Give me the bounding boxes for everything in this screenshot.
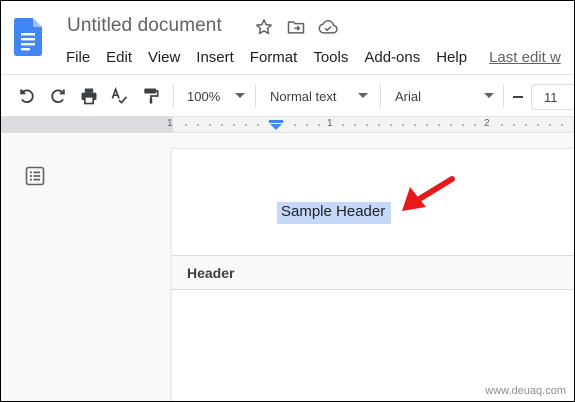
indent-marker-icon[interactable] [269, 120, 283, 130]
document-page[interactable]: Sample Header Header [172, 149, 574, 401]
spellcheck-icon[interactable] [107, 84, 131, 108]
ruler-tick [513, 124, 515, 126]
document-canvas: Sample Header Header [1, 134, 574, 401]
ruler-tick [221, 124, 223, 126]
ruler-number: 1 [167, 118, 173, 129]
minus-icon [513, 96, 523, 98]
ruler-tick [474, 124, 476, 126]
menu-help[interactable]: Help [428, 49, 475, 66]
menu-bar: File Edit View Insert Format Tools Add-o… [58, 46, 561, 68]
ruler-tick [233, 124, 235, 126]
undo-icon[interactable] [15, 84, 39, 108]
decrease-font-size-button[interactable] [505, 84, 531, 110]
toolbar-divider [380, 85, 381, 107]
chevron-down-icon [484, 93, 494, 98]
ruler-tick [537, 124, 539, 126]
ruler-margin [1, 117, 173, 133]
menu-add-ons[interactable]: Add-ons [356, 49, 428, 66]
toolbar-divider [503, 85, 504, 107]
watermark: www.deuaq.com [485, 385, 566, 397]
ruler-tick [501, 124, 503, 126]
font-size-input[interactable]: 11 [531, 84, 574, 110]
document-outline-icon[interactable] [25, 166, 45, 186]
toolbar-divider [173, 85, 174, 107]
ruler-tick [318, 124, 320, 126]
move-to-folder-icon[interactable] [285, 16, 307, 38]
toolbar-divider [255, 85, 256, 107]
ruler-tick [525, 124, 527, 126]
last-edit-link[interactable]: Last edit w [489, 49, 561, 66]
header-section-label: Header [187, 265, 235, 281]
style-select[interactable]: Normal text [270, 86, 368, 106]
header-section-bar: Header [172, 256, 574, 290]
menu-format[interactable]: Format [242, 49, 306, 66]
ruler-tick [378, 124, 380, 126]
ruler-tick [450, 124, 452, 126]
redo-icon[interactable] [46, 84, 70, 108]
ruler-tick [402, 124, 404, 126]
paint-format-icon[interactable] [139, 84, 163, 108]
ruler-tick [561, 124, 563, 126]
ruler-tick [366, 124, 368, 126]
ruler-number: 2 [484, 118, 490, 129]
selected-header-text[interactable]: Sample Header [277, 202, 392, 224]
menu-tools[interactable]: Tools [305, 49, 356, 66]
docs-window: Untitled document File Edit View Insert … [1, 1, 574, 401]
google-docs-logo-icon[interactable] [14, 18, 42, 56]
ruler-tick [294, 124, 296, 126]
ruler-tick [185, 124, 187, 126]
ruler-tick [257, 124, 259, 126]
ruler-tick [462, 124, 464, 126]
zoom-select[interactable]: 100% [187, 86, 245, 106]
ruler[interactable]: 1 1 2 [1, 117, 574, 133]
menu-edit[interactable]: Edit [98, 49, 140, 66]
print-icon[interactable] [77, 84, 101, 108]
font-select[interactable]: Arial [395, 86, 494, 106]
menu-insert[interactable]: Insert [188, 49, 242, 66]
ruler-tick [245, 124, 247, 126]
ruler-number: 1 [327, 118, 333, 129]
star-icon[interactable] [253, 16, 275, 38]
ruler-tick [549, 124, 551, 126]
title-actions [253, 16, 339, 38]
document-title[interactable]: Untitled document [67, 15, 222, 37]
ruler-tick [197, 124, 199, 126]
font-value: Arial [395, 88, 422, 104]
ruler-tick [426, 124, 428, 126]
toolbar: 100% Normal text Arial 11 [1, 74, 574, 117]
zoom-value: 100% [187, 88, 221, 104]
menu-file[interactable]: File [58, 49, 98, 66]
chevron-down-icon [235, 93, 245, 98]
style-value: Normal text [270, 88, 337, 104]
ruler-tick [390, 124, 392, 126]
chevron-down-icon [358, 93, 368, 98]
ruler-tick [209, 124, 211, 126]
ruler-tick [354, 124, 356, 126]
ruler-tick [438, 124, 440, 126]
cloud-saved-icon[interactable] [317, 16, 339, 38]
ruler-tick [342, 124, 344, 126]
ruler-tick [306, 124, 308, 126]
ruler-tick [414, 124, 416, 126]
annotation-arrow-icon [402, 176, 455, 211]
menu-view[interactable]: View [140, 49, 188, 66]
page-header-area[interactable]: Sample Header [172, 149, 574, 255]
